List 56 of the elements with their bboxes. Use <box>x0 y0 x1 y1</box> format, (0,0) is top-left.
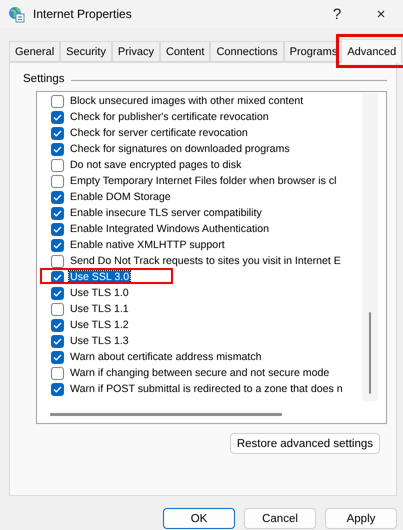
check-icon <box>53 386 62 392</box>
checkbox[interactable] <box>51 302 64 316</box>
dialog-button[interactable]: Apply <box>325 508 397 529</box>
setting-label[interactable]: Warn about certificate address mismatch <box>69 351 263 363</box>
checkbox[interactable] <box>51 238 64 252</box>
checkbox[interactable] <box>51 254 64 268</box>
setting-label[interactable]: Enable Integrated Windows Authentication <box>69 223 270 235</box>
setting-label[interactable]: Use TLS 1.3 <box>69 335 130 347</box>
checkbox[interactable] <box>51 318 64 332</box>
setting-label[interactable]: Use SSL 3.0 <box>69 271 130 283</box>
checkbox[interactable] <box>51 270 64 284</box>
tab[interactable]: Connections <box>210 41 284 62</box>
checkbox[interactable] <box>51 286 64 300</box>
checkbox[interactable] <box>51 350 64 364</box>
checkbox[interactable] <box>51 334 64 348</box>
tab[interactable]: General <box>9 41 60 62</box>
tab[interactable]: Programs <box>284 41 344 62</box>
close-button[interactable]: × <box>359 0 403 28</box>
vertical-scrollbar[interactable] <box>369 312 371 394</box>
tab[interactable]: Security <box>60 41 112 62</box>
globe-icon <box>8 6 25 22</box>
checkbox[interactable] <box>51 174 64 188</box>
setting-label[interactable]: Check for server certificate revocation <box>69 127 249 139</box>
checkbox[interactable] <box>51 222 64 236</box>
setting-label[interactable]: Enable DOM Storage <box>69 191 172 203</box>
tab[interactable]: Privacy <box>112 41 160 62</box>
setting-label[interactable]: Empty Temporary Internet Files folder when browser is cl <box>69 175 338 187</box>
checkbox[interactable] <box>51 382 64 396</box>
setting-label[interactable]: Send Do Not Track requests to sites you visit in Internet E <box>69 255 342 267</box>
checkbox[interactable] <box>51 158 64 172</box>
dialog-button[interactable]: OK <box>163 508 235 529</box>
horizontal-scrollbar[interactable] <box>50 413 282 416</box>
help-button[interactable]: ? <box>315 0 359 28</box>
setting-label[interactable]: Check for publisher's certificate revocation <box>69 111 270 123</box>
setting-label[interactable]: Warn if changing between secure and not secure mode <box>69 367 330 379</box>
setting-label[interactable]: Use TLS 1.2 <box>69 319 130 331</box>
checkbox[interactable] <box>51 142 64 156</box>
setting-label[interactable]: Warn if POST submittal is redirected to a zone that does n <box>69 383 344 395</box>
setting-label[interactable]: Use TLS 1.1 <box>69 303 130 315</box>
checkbox[interactable] <box>51 190 64 204</box>
setting-label[interactable]: Enable insecure TLS server compatibility <box>69 207 263 219</box>
checkbox[interactable] <box>51 366 64 380</box>
setting-label[interactable]: Do not save encrypted pages to disk <box>69 159 242 171</box>
dialog-button[interactable]: Cancel <box>244 508 316 529</box>
restore-button[interactable]: Restore advanced settings <box>230 433 380 454</box>
setting-label[interactable]: Block unsecured images with other mixed content <box>69 95 304 107</box>
group-title: Settings <box>23 73 65 85</box>
window-title: Internet Properties <box>33 7 133 21</box>
checkbox[interactable] <box>51 110 64 124</box>
setting-label[interactable]: Check for signatures on downloaded programs <box>69 143 291 155</box>
tab[interactable]: Content <box>160 41 210 62</box>
setting-label[interactable]: Enable native XMLHTTP support <box>69 239 226 251</box>
setting-label[interactable]: Use TLS 1.0 <box>69 287 130 299</box>
checkbox[interactable] <box>51 94 64 108</box>
checkbox[interactable] <box>51 206 64 220</box>
checkbox[interactable] <box>51 126 64 140</box>
